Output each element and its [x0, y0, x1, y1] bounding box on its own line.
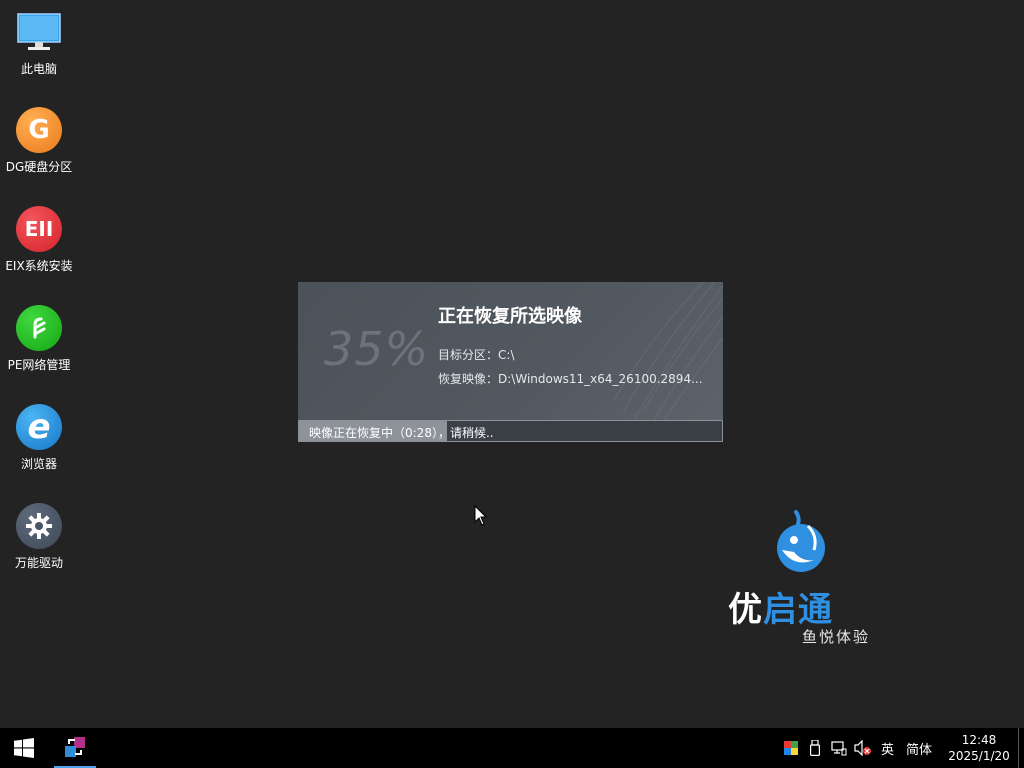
start-button[interactable] — [0, 728, 48, 768]
eix-installer-icon: EII — [15, 205, 63, 253]
feather-decoration — [613, 282, 723, 422]
network-icon[interactable] — [827, 728, 851, 768]
desktop-icon-dg-partition[interactable]: G DG硬盘分区 — [0, 106, 78, 190]
tray-color-icon[interactable] — [779, 728, 803, 768]
computer-icon — [15, 8, 63, 56]
brand-name: 优启通 — [728, 582, 833, 631]
show-desktop-button[interactable] — [1018, 728, 1024, 768]
desktop-icon-browser[interactable]: e 浏览器 — [0, 403, 78, 487]
restore-progress-dialog: 35% 正在恢复所选映像 目标分区：C:\ 恢复映像：D:\Windows11_… — [298, 282, 723, 442]
desktop-icon-this-pc[interactable]: 此电脑 — [0, 8, 78, 92]
target-partition-row: 目标分区：C:\ — [438, 346, 514, 363]
network-manager-icon — [15, 304, 63, 352]
windows-start-icon — [14, 738, 34, 758]
browser-icon: e — [15, 403, 63, 451]
clock-date: 2025/1/20 — [948, 749, 1010, 763]
system-tray: 英 简体 12:48 2025/1/20 — [779, 728, 1024, 768]
usb-device-icon[interactable] — [803, 728, 827, 768]
target-partition-label: 目标分区： — [438, 348, 499, 362]
desktop-icon-label: DG硬盘分区 — [5, 160, 73, 174]
clock-time: 12:48 — [961, 733, 997, 747]
desktop-icon-label: 浏览器 — [20, 457, 57, 471]
progress-status-text: 映像正在恢复中（0:28），请稍候.. — [309, 426, 494, 440]
fish-drop-logo-icon — [777, 510, 825, 572]
restore-image-row: 恢复映像：D:\Windows11_x64_26100.2894... — [438, 370, 703, 387]
mouse-cursor-icon — [474, 505, 488, 526]
desktop-icon-label: EIX系统安装 — [5, 259, 73, 273]
restore-app-icon — [65, 737, 85, 757]
diskgenius-icon: G — [15, 106, 63, 154]
desktop-icon-label: 此电脑 — [20, 62, 57, 76]
brand-name-blue: 启通 — [763, 590, 833, 630]
brand-name-white: 优 — [728, 590, 763, 630]
taskbar-clock[interactable]: 12:48 2025/1/20 — [944, 732, 1014, 764]
ime-language-indicator[interactable]: 英 — [875, 739, 900, 758]
progress-percent: 35% — [324, 322, 430, 376]
brand-slogan: 鱼悦体验 — [802, 628, 871, 646]
restore-image-label: 恢复映像： — [438, 372, 499, 386]
target-partition-value: C:\ — [498, 348, 515, 362]
taskbar-restore-app[interactable] — [54, 728, 96, 768]
desktop-icon-pe-network[interactable]: PE网络管理 — [0, 304, 78, 388]
driver-gear-icon — [15, 502, 63, 550]
dialog-title: 正在恢复所选映像 — [438, 306, 582, 327]
desktop-icon-label: PE网络管理 — [7, 358, 71, 372]
volume-muted-icon[interactable] — [851, 728, 875, 768]
ime-mode-indicator[interactable]: 简体 — [900, 739, 938, 758]
restore-image-value: D:\Windows11_x64_26100.2894... — [498, 372, 703, 386]
brand-logo: 优启通 鱼悦体验 — [728, 510, 878, 650]
desktop-icon-label: 万能驱动 — [14, 556, 63, 570]
desktop-icon-eix-install[interactable]: EII EIX系统安装 — [0, 205, 78, 289]
taskbar: 英 简体 12:48 2025/1/20 — [0, 728, 1024, 768]
progress-bar: 映像正在恢复中（0:28），请稍候.. — [298, 420, 723, 442]
desktop-icon-driver[interactable]: 万能驱动 — [0, 502, 78, 586]
